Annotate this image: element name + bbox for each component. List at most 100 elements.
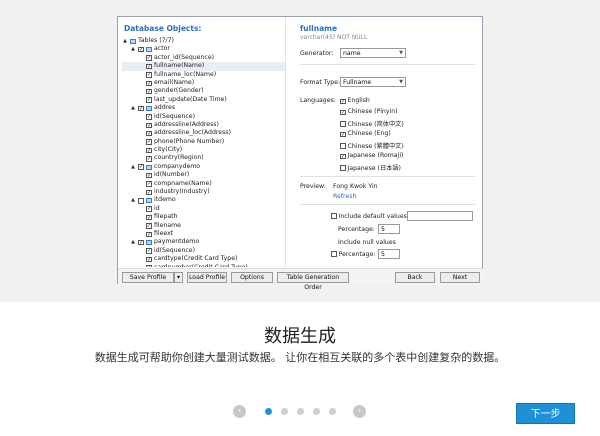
tree-row[interactable]: ✓ cardtype(Credit Card Type) [122,255,285,263]
tree-checkbox[interactable]: ✓ [146,223,152,229]
tree-row[interactable]: ✓ addressline_loc(Address) [122,129,285,137]
prev-slide-button[interactable]: ‹ [233,405,246,418]
tree-checkbox[interactable]: ✓ [146,147,152,154]
expand-toggle-icon[interactable]: ▲ [122,37,128,45]
tree-row[interactable]: ✓ phone(Phone Number) [122,138,285,146]
tree-checkbox[interactable]: ✓ [146,122,152,128]
tree-checkbox[interactable]: ✓ [146,97,152,103]
language-checkbox[interactable] [340,165,346,171]
include-default-checkbox[interactable] [331,213,337,219]
language-checkbox[interactable]: ✓ [340,109,346,115]
pagination-dot[interactable] [265,408,272,415]
language-option[interactable]: ✓ Japanese (Romaji) [340,152,403,159]
language-checkbox[interactable] [340,143,346,149]
tree-row[interactable]: ✓ email(Name) [122,79,285,87]
tree-checkbox[interactable]: ✓ [146,63,152,70]
table-generation-order-button[interactable]: Table Generation Order [277,272,349,291]
refresh-link[interactable]: Refresh [333,193,356,200]
null-percentage-checkbox[interactable] [331,251,337,257]
tree-checkbox[interactable]: ✓ [146,231,152,238]
next-window-button[interactable]: Next [440,272,480,283]
options-button[interactable]: Options [231,272,273,283]
tree-row[interactable]: ✓ city(City) [122,146,285,154]
tree-checkbox[interactable]: ✓ [146,181,152,187]
pagination-dot[interactable] [281,408,288,415]
tree-row[interactable]: ✓ fullname_loc(Name) [122,71,285,79]
tree-checkbox[interactable]: ✓ [138,239,144,246]
format-type-select[interactable]: Fullname ▼ [340,77,406,87]
pagination-dot[interactable] [329,408,336,415]
tree-checkbox[interactable]: ✓ [146,189,152,196]
tree-checkbox[interactable] [138,198,144,204]
database-objects-tree[interactable]: ▲ Tables (7/7) ▲ ✓ actor ✓ actor_id(Sequence) ✓… [122,37,285,267]
language-option[interactable]: Japanese (日本語) [340,163,401,172]
tree-checkbox[interactable]: ✓ [146,72,152,78]
pagination-dot[interactable] [313,408,320,415]
load-profile-button[interactable]: Load Profile [187,272,227,283]
tree-row[interactable]: ✓ filepath [122,213,285,221]
language-checkbox[interactable]: ✓ [340,131,346,137]
tree-row[interactable]: ▲ itdemo [122,196,285,204]
include-default-row[interactable]: Include default values [331,213,407,220]
tree-row[interactable]: ✓ id(Sequence) [122,247,285,255]
tree-row[interactable]: ✓cardnumber(Credit Card Type) [122,264,285,267]
tree-row[interactable]: ▲ ✓ paymentdemo [122,238,285,246]
tree-row[interactable]: ✓ last_update(Date Time) [122,96,285,104]
language-option[interactable]: ✓ Chinese (Pinyin) [340,108,398,115]
language-checkbox[interactable]: ✓ [340,98,346,104]
percentage-input[interactable]: 5 [378,224,400,234]
tree-row[interactable]: ✓ id [122,205,285,213]
tree-row[interactable]: ✓ addressline(Address) [122,121,285,129]
tree-row[interactable]: ✓ compname(Name) [122,180,285,188]
tree-checkbox[interactable]: ✓ [146,172,152,179]
language-checkbox[interactable] [340,121,346,127]
tree-checkbox[interactable]: ✓ [146,248,152,254]
tree-checkbox[interactable]: ✓ [146,88,152,95]
tree-checkbox[interactable]: ✓ [146,265,152,267]
tree-checkbox[interactable]: ✓ [146,214,152,221]
tree-row[interactable]: ▲ ✓ actor [122,45,285,53]
generator-select[interactable]: name ▼ [340,48,406,58]
next-step-button[interactable]: 下一步 [516,403,575,424]
tree-row[interactable]: ✓ id(Number) [122,171,285,179]
tree-row[interactable]: ✓ industry(Industry) [122,188,285,196]
tree-checkbox[interactable]: ✓ [146,55,152,61]
language-option[interactable]: ✓ English [340,97,370,104]
tree-checkbox[interactable]: ✓ [146,256,152,263]
back-button[interactable]: Back [395,272,435,283]
tree-checkbox[interactable]: ✓ [138,105,144,112]
language-option[interactable]: ✓ Chinese (Eng) [340,130,391,137]
pagination-dot[interactable] [297,408,304,415]
tree-row[interactable]: ✓ country(Region) [122,154,285,162]
save-profile-button[interactable]: Save Profile [122,272,174,283]
language-option[interactable]: Chinese (简体中文) [340,119,404,128]
tree-checkbox[interactable]: ✓ [146,139,152,145]
tree-row[interactable]: ▲ Tables (7/7) [122,37,285,45]
expand-toggle-icon[interactable]: ▲ [130,196,136,204]
tree-checkbox[interactable]: ✓ [146,130,152,137]
null-percentage-input[interactable]: 5 [378,249,400,259]
expand-toggle-icon[interactable]: ▲ [130,104,136,112]
language-checkbox[interactable]: ✓ [340,153,346,159]
tree-row[interactable]: ✓ actor_id(Sequence) [122,54,285,62]
default-values-input[interactable] [407,211,473,221]
tree-row[interactable]: ✓ filename [122,222,285,230]
expand-toggle-icon[interactable]: ▲ [130,45,136,53]
null-percentage-row[interactable]: Percentage: [331,251,375,258]
tree-checkbox[interactable]: ✓ [146,80,152,87]
tree-checkbox[interactable]: ✓ [138,164,144,170]
tree-checkbox[interactable]: ✓ [138,46,144,53]
tree-row[interactable]: ▲ ✓ companydemo [122,163,285,171]
tree-checkbox[interactable]: ✓ [146,206,152,212]
tree-row[interactable]: ✓ id(Sequence) [122,113,285,121]
language-option[interactable]: Chinese (繁體中文) [340,141,404,150]
expand-toggle-icon[interactable]: ▲ [130,163,136,171]
next-slide-button[interactable]: › [353,405,366,418]
tree-row[interactable]: ✓ fullname(Name) [122,62,285,71]
tree-row[interactable]: ▲ ✓ addres [122,104,285,112]
tree-row[interactable]: ✓ fileext [122,230,285,238]
tree-row[interactable]: ✓ gender(Gender) [122,87,285,95]
tree-checkbox[interactable]: ✓ [146,114,152,120]
tree-checkbox[interactable]: ✓ [146,156,152,162]
expand-toggle-icon[interactable]: ▲ [130,238,136,246]
